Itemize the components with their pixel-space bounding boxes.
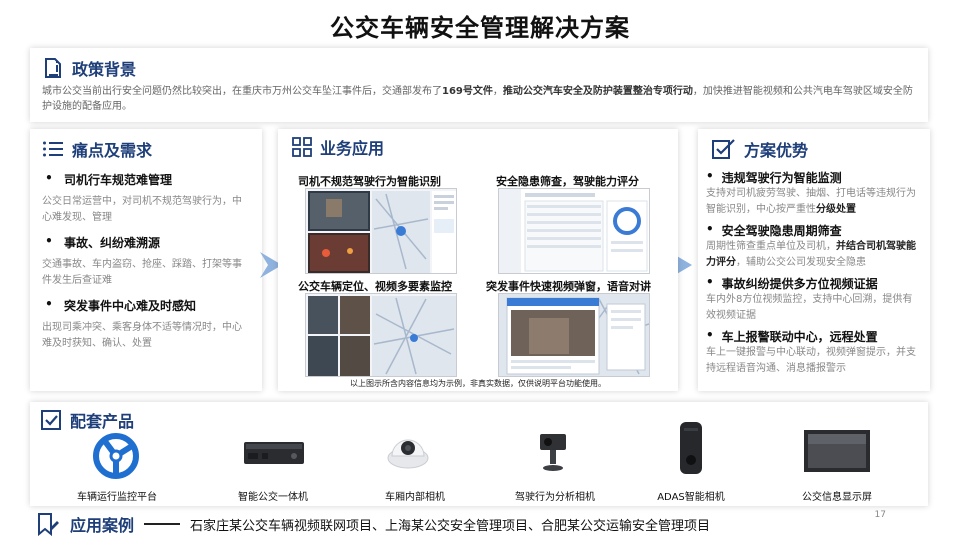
screenshot-risk-screening	[498, 188, 650, 274]
adas-camera-icon	[676, 420, 706, 480]
product-label: 公交信息显示屏	[802, 492, 872, 503]
advantage-item-title: • 事故纠纷提供多方位视频证据	[706, 275, 878, 291]
checklist-edit-icon	[712, 138, 736, 160]
advantage-heading: 方案优势	[744, 141, 809, 160]
product-label: 智能公交一体机	[238, 492, 308, 503]
cases-heading: 应用案例	[70, 516, 135, 535]
cases-list: 石家庄某公交车辆视频联网项目、上海某公交安全管理项目、合肥某公交运输安全管理项目	[190, 518, 711, 534]
screenshot-driver-behavior	[305, 188, 457, 274]
platform-logo-icon	[92, 432, 140, 484]
pain-item-title: • 突发事件中心难及时感知	[45, 297, 197, 313]
dvr-device-icon	[242, 438, 306, 472]
product-label: 驾驶行为分析相机	[515, 492, 595, 503]
checkbox-icon	[40, 409, 62, 431]
screenshot-emergency-popup	[498, 293, 650, 377]
policy-text: 城市公交当前出行安全问题仍然比较突出，在重庆市万州公交车坠江事件后，交通部发布了…	[42, 86, 913, 112]
cases-section: 应用案例 石家庄某公交车辆视频联网项目、上海某公交安全管理项目、合肥某公交运输安…	[36, 512, 710, 536]
dome-camera-icon	[386, 428, 430, 476]
driver-camera-icon	[534, 430, 574, 478]
pain-item-title: • 事故、纠纷难溯源	[45, 234, 161, 250]
cases-divider	[144, 523, 181, 525]
page-number: 17	[874, 510, 886, 520]
document-info-icon	[42, 57, 64, 79]
pain-item-desc: 交通事故、车内盗窃、抢座、踩踏、打架等事件发生后查证难	[42, 259, 242, 286]
disclaimer-note: 以上图示所含内容信息均为示例，非真实数据，仅供说明平台功能使用。	[350, 379, 606, 388]
product-label: 车厢内部相机	[385, 492, 445, 503]
products-heading: 配套产品	[70, 412, 135, 431]
list-icon	[42, 139, 64, 159]
product-label: ADAS智能相机	[657, 492, 725, 503]
advantage-item-desc: 车内外8方位视频监控，支持中心回溯，提供有效视频证据	[706, 294, 913, 321]
pain-item-title: • 司机行车规范难管理	[45, 171, 173, 187]
pain-item-desc: 出现司乘冲突、乘客身体不适等情况时，中心难及时获知、确认、处置	[42, 322, 242, 349]
business-heading: 业务应用	[320, 139, 385, 158]
page-title: 公交车辆安全管理解决方案	[330, 14, 630, 42]
screenshot-vehicle-monitor	[305, 293, 457, 377]
advantage-item-title: • 违规驾驶行为智能监测	[706, 169, 842, 185]
pain-panel: 痛点及需求 • 司机行车规范难管理 公交日常运营中，对司机不规范驾驶行为，中心难发…	[30, 129, 262, 391]
policy-panel: 政策背景 城市公交当前出行安全问题仍然比较突出，在重庆市万州公交车坠江事件后，交…	[30, 48, 928, 122]
shot-title: 突发事件快速视频弹窗，语音对讲	[486, 280, 651, 293]
advantage-item-desc: 周期性筛查重点单位及司机，并结合司机驾驶能力评分，辅助公交公司发现安全隐患	[706, 241, 916, 268]
advantage-item-desc: 车上一键报警与中心联动，视频弹窗提示，并支持远程语音沟通、消息播报警示	[706, 347, 916, 374]
shot-title: 公交车辆定位、视频多要素监控	[298, 280, 452, 293]
products-panel: 配套产品 车辆运行监控平台 智能公交一体机 车厢内部相机 驾驶行为分析相机 AD…	[30, 402, 928, 506]
pain-heading: 痛点及需求	[72, 141, 153, 160]
advantage-item-desc: 支持对司机疲劳驾驶、抽烟、打电话等违规行为智能识别，中心按严重性分级处置	[706, 188, 916, 215]
pain-item-desc: 公交日常运营中，对司机不规范驾驶行为，中心难发现、管理	[42, 196, 242, 223]
advantage-item-title: • 安全驾驶隐患周期筛查	[706, 222, 842, 238]
policy-heading: 政策背景	[72, 60, 137, 79]
display-screen-icon	[802, 426, 872, 480]
product-label: 车辆运行监控平台	[77, 492, 157, 503]
advantage-panel: 方案优势 • 违规驾驶行为智能监测 支持对司机疲劳驾驶、抽烟、打电话等违规行为智能…	[698, 129, 930, 391]
advantage-item-title: • 车上报警联动中心，远程处置	[706, 328, 878, 344]
bookmark-edit-icon	[36, 512, 60, 536]
shot-title: 司机不规范驾驶行为智能识别	[298, 175, 441, 188]
shot-title: 安全隐患筛查，驾驶能力评分	[496, 175, 639, 188]
grid-apps-icon	[292, 137, 312, 157]
